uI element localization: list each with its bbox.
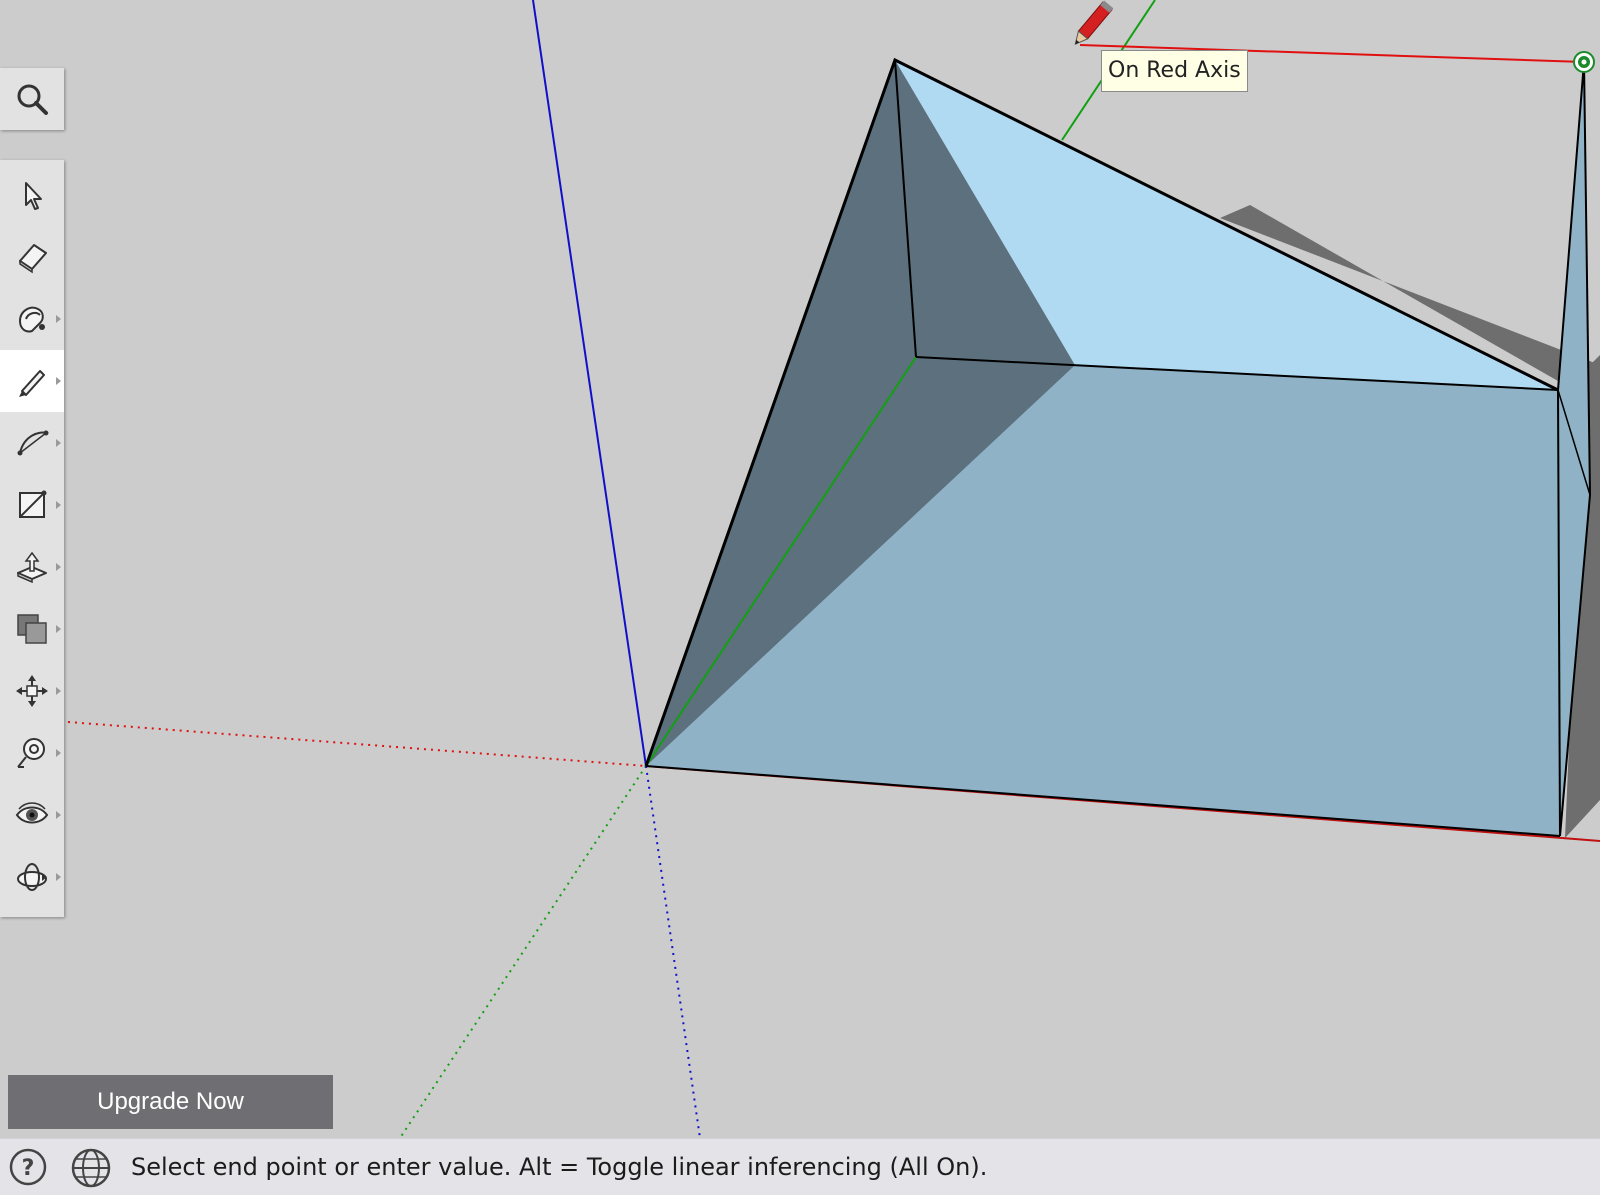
tool-toolbar	[0, 160, 64, 917]
arc-icon	[17, 430, 49, 456]
pencil-tool[interactable]	[0, 350, 64, 412]
offset-tool[interactable]	[0, 598, 64, 660]
orbit-icon	[17, 863, 47, 891]
red-axis-negative	[67, 721, 647, 767]
blue-axis-negative	[645, 765, 701, 1139]
scene-canvas[interactable]	[0, 0, 1600, 1194]
rectangle-tool[interactable]	[0, 474, 64, 536]
push-pull-tool[interactable]	[0, 536, 64, 598]
pencil-icon	[19, 370, 45, 397]
flyout-indicator	[56, 315, 61, 323]
pencil-cursor-icon	[1074, 0, 1114, 46]
look-around-tool[interactable]	[0, 784, 64, 846]
flyout-indicator	[56, 377, 61, 385]
arc-tool[interactable]	[0, 412, 64, 474]
flyout-indicator	[56, 749, 61, 757]
push-pull-icon	[17, 551, 47, 584]
search-toolbar	[0, 68, 64, 130]
flyout-indicator	[56, 563, 61, 571]
search-icon	[17, 84, 48, 115]
green-endpoint-icon	[1573, 51, 1595, 73]
search-button[interactable]	[0, 68, 64, 130]
green-axis-negative	[399, 765, 647, 1139]
upgrade-now-button[interactable]: Upgrade Now	[8, 1075, 333, 1129]
offset-icon	[17, 614, 47, 644]
move-icon	[16, 675, 48, 707]
eraser-icon	[19, 244, 47, 274]
svg-text:?: ?	[22, 1156, 35, 1181]
tape-measure-tool[interactable]	[0, 722, 64, 784]
eraser-tool[interactable]	[0, 226, 64, 288]
eye-icon	[15, 802, 49, 824]
paint-bucket-icon	[18, 306, 45, 333]
status-message: Select end point or enter value. Alt = T…	[131, 1153, 988, 1181]
flyout-indicator	[56, 687, 61, 695]
flyout-indicator	[56, 625, 61, 633]
flyout-indicator	[56, 873, 61, 881]
paint-bucket-tool[interactable]	[0, 288, 64, 350]
help-icon[interactable]: ?	[9, 1148, 47, 1186]
flyout-indicator	[56, 501, 61, 509]
tape-measure-icon	[17, 738, 45, 768]
flyout-indicator	[56, 811, 61, 819]
select-tool[interactable]	[0, 164, 64, 226]
select-arrow-icon	[25, 182, 42, 210]
status-bar: ? Select end point or enter value. Alt =…	[0, 1138, 1600, 1195]
inference-tooltip: On Red Axis	[1101, 50, 1248, 92]
model-viewport[interactable]	[0, 0, 1600, 1194]
orbit-tool[interactable]	[0, 846, 64, 908]
move-tool[interactable]	[0, 660, 64, 722]
blue-axis	[532, 0, 647, 767]
rectangle-icon	[19, 490, 47, 518]
flyout-indicator	[56, 439, 61, 447]
globe-icon[interactable]	[70, 1147, 112, 1189]
